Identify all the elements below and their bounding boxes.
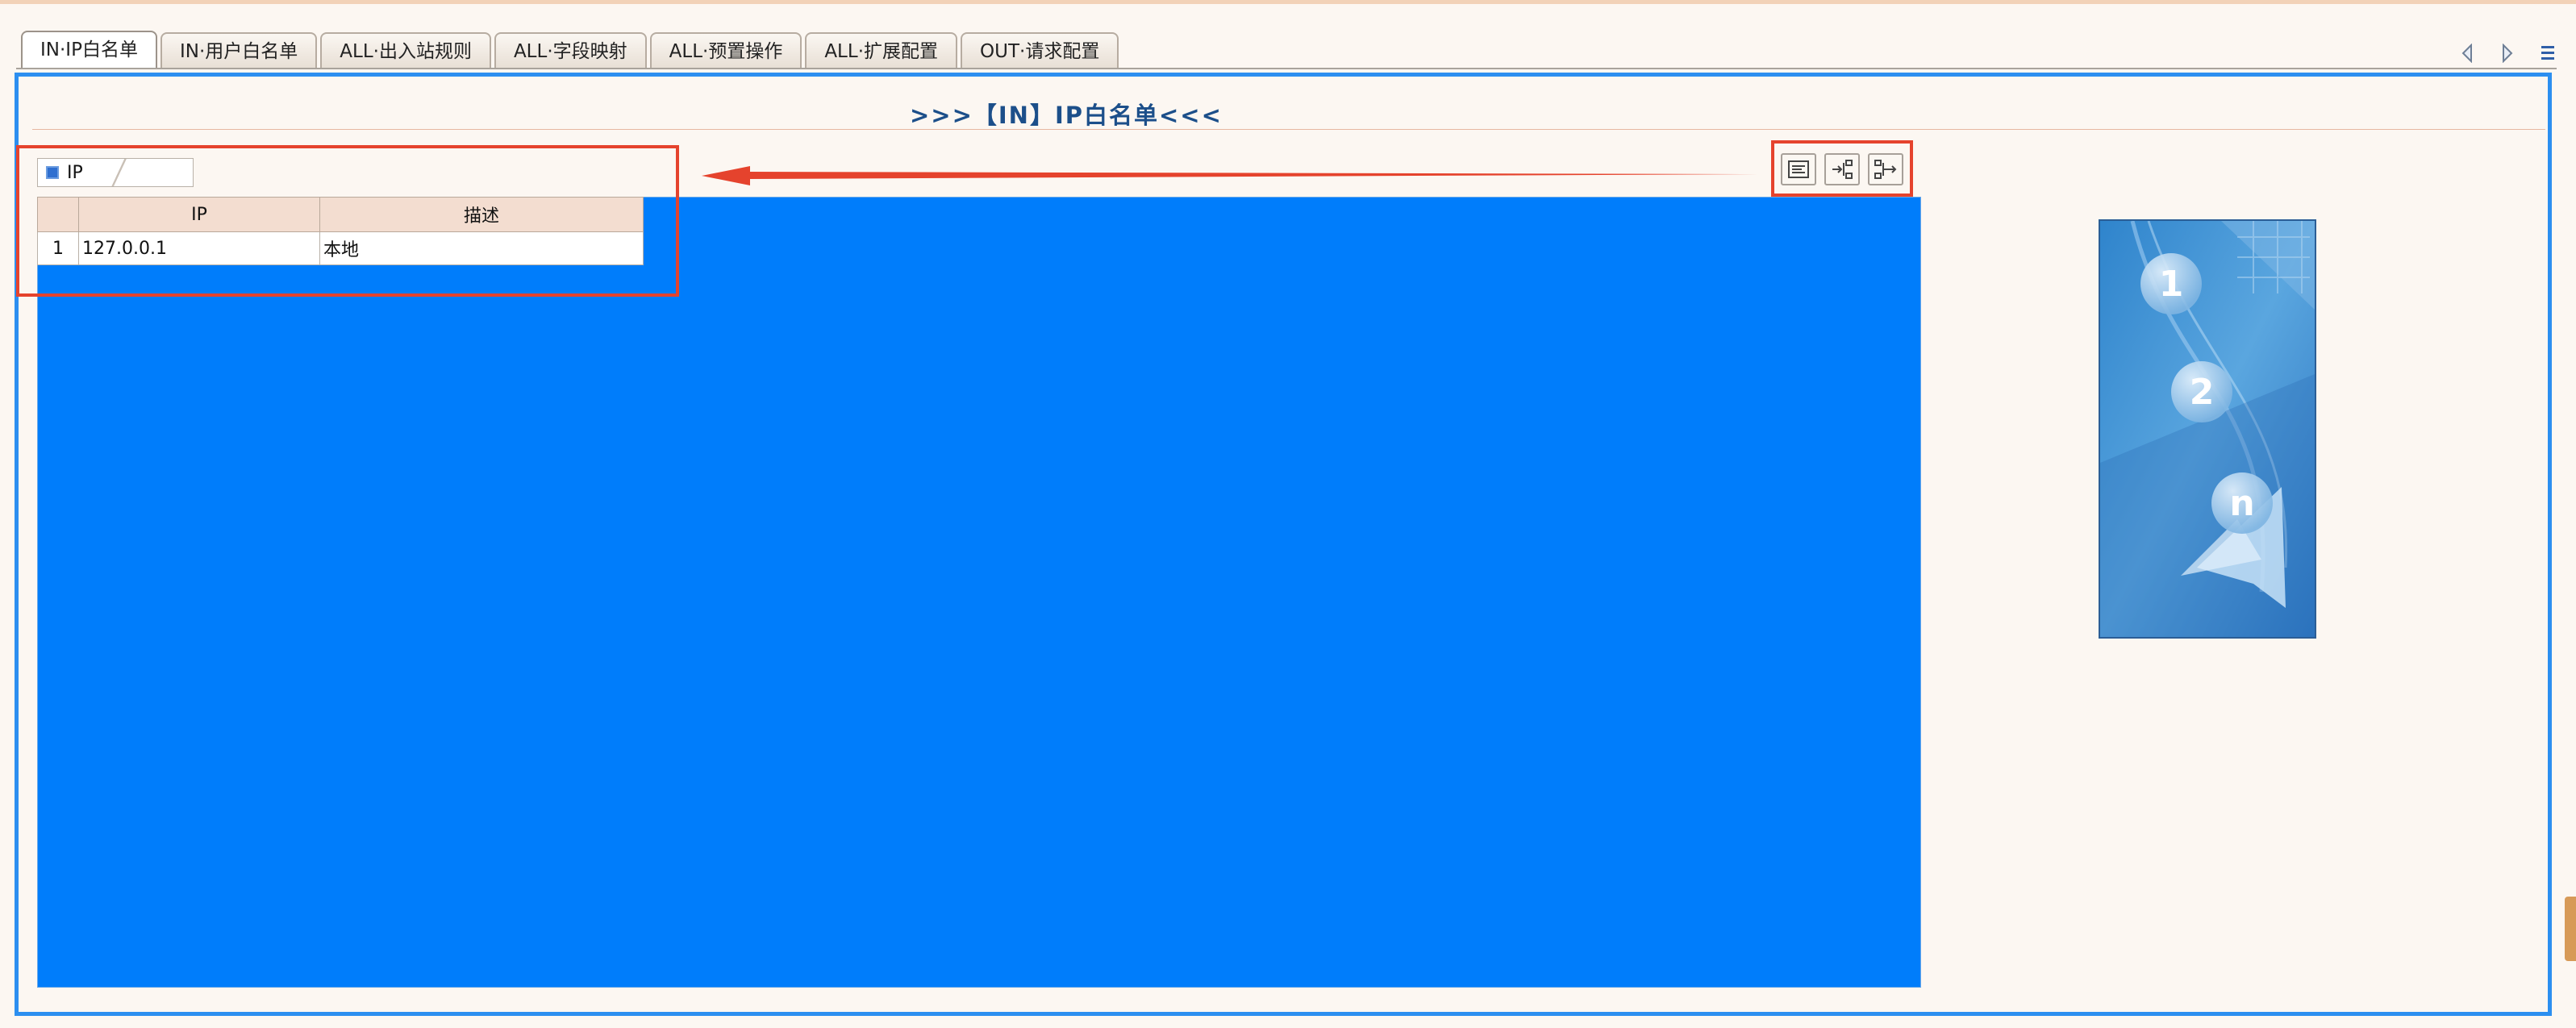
- tab-all-extension-config[interactable]: ALL·扩展配置: [805, 32, 958, 69]
- tab-all-preset-ops[interactable]: ALL·预置操作: [649, 32, 802, 69]
- triangle-left-icon: [2461, 44, 2472, 63]
- tree-expand-button[interactable]: [1824, 153, 1860, 185]
- tree-collapse-button[interactable]: [1868, 153, 1903, 185]
- expand-collapse-button[interactable]: [1781, 153, 1816, 185]
- tab-in-user-whitelist[interactable]: IN·用户白名单: [160, 32, 318, 69]
- tab-baseline: [16, 68, 2557, 69]
- step-n-label: n: [2229, 483, 2254, 524]
- tree-expand-icon: [1832, 160, 1853, 179]
- title-divider: [32, 129, 2545, 130]
- side-panel-handle[interactable]: [2565, 897, 2576, 961]
- tab-list-menu-button[interactable]: [2528, 39, 2568, 68]
- tab-strip: IN·IP白名单 IN·用户白名单 ALL·出入站规则 ALL·字段映射 ALL…: [21, 31, 1122, 69]
- tab-out-request-config[interactable]: OUT·请求配置: [961, 32, 1119, 69]
- menu-lines-icon: [2541, 46, 2554, 60]
- tab-all-field-mapping[interactable]: ALL·字段映射: [494, 32, 647, 69]
- tab-scroll-left-button[interactable]: [2447, 39, 2487, 68]
- steps-illustration: 1 2 n: [2099, 219, 2316, 639]
- grid-empty-area: [37, 197, 1921, 988]
- expand-collapse-icon: [1788, 160, 1809, 178]
- step-two-label: 2: [2190, 372, 2215, 413]
- annotation-arrow: [702, 166, 1758, 185]
- top-divider: [0, 0, 2576, 4]
- tab-scroll-right-button[interactable]: [2487, 39, 2528, 68]
- step-one-label: 1: [2159, 264, 2184, 305]
- page-title: >>>【IN】IP白名单<<<: [910, 102, 1223, 129]
- annotation-highlight-grid: [16, 145, 679, 297]
- tab-in-ip-whitelist[interactable]: IN·IP白名单: [21, 31, 157, 69]
- tab-navigation: [2447, 39, 2568, 68]
- tree-collapse-icon: [1874, 160, 1897, 179]
- triangle-right-icon: [2503, 44, 2513, 63]
- tab-all-inout-rules[interactable]: ALL·出入站规则: [320, 32, 491, 69]
